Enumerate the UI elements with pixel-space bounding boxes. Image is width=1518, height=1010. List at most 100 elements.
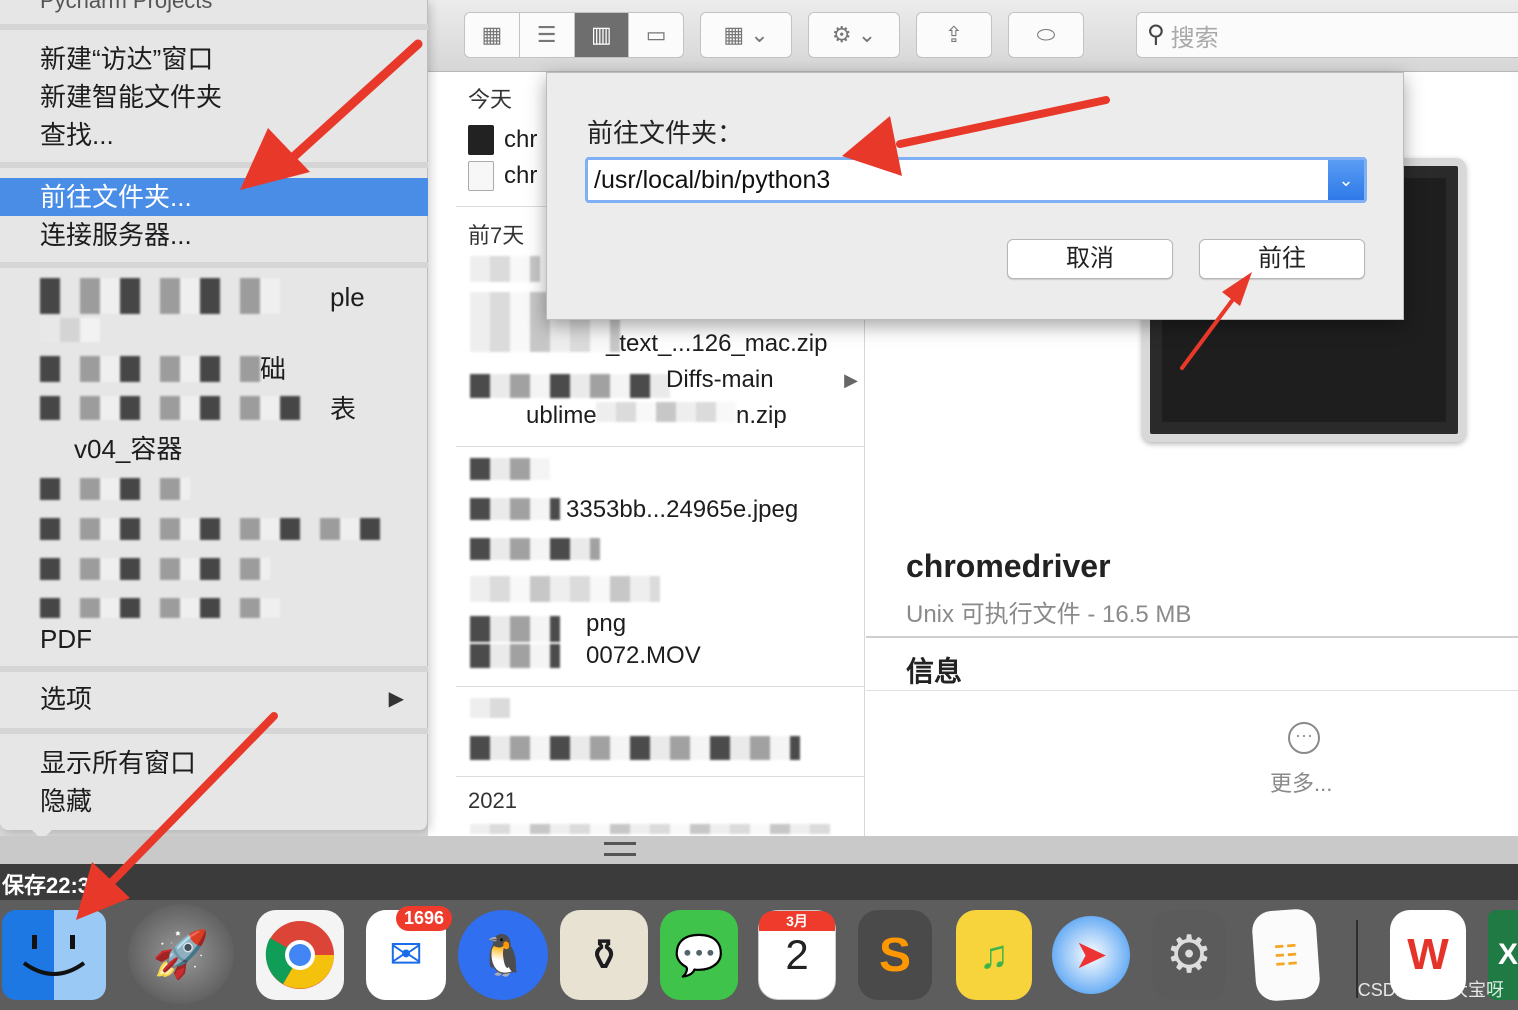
menu-item-cut[interactable]: Pycharm Projects (40, 0, 212, 14)
search-placeholder: 搜索 (1170, 24, 1219, 52)
group-icon: ▦ ⌄ (723, 22, 769, 47)
divider (456, 776, 865, 777)
file-name: 0072.MOV (586, 642, 701, 669)
resize-handle-icon[interactable] (604, 842, 636, 856)
terminal-file-icon (468, 125, 494, 155)
disclosure-arrow-icon: ▶ (844, 370, 858, 390)
blurred-content (40, 558, 270, 580)
chrome-icon[interactable] (256, 910, 344, 1000)
blurred-content (470, 498, 560, 520)
file-name: chr (504, 162, 538, 189)
view-mode-group: ▦ ☰ ▥ ▭ (464, 12, 684, 58)
menu-separator (0, 162, 428, 168)
menu-separator (0, 262, 428, 268)
list-item[interactable]: n.zip (736, 398, 787, 434)
wechat-icon[interactable]: 💬 (660, 910, 738, 1000)
blurred-content (470, 736, 800, 760)
go-to-folder-dialog: 前往文件夹： ⌄ 取消 前往 (546, 72, 1404, 320)
dock: 🚀 ✉ 1696 🐧 ⚱ 💬 3月 2 S ♫ ➤ ⚙ ☷ W X CSDN @… (0, 900, 1518, 1010)
menu-item-recent[interactable]: 础 (220, 350, 320, 388)
column-view-button[interactable]: ▥ (574, 13, 630, 57)
zip-file-icon (468, 161, 494, 191)
mail-app-icon[interactable]: ✉ 1696 (366, 906, 452, 1000)
path-dropdown-button[interactable]: ⌄ (1328, 160, 1364, 200)
blurred-content (470, 698, 510, 718)
path-combobox: ⌄ (585, 157, 1367, 203)
qq-music-icon[interactable]: ♫ (956, 910, 1032, 1000)
submenu-arrow-icon: ▶ (388, 688, 404, 710)
list-item[interactable]: 0072.MOV (586, 638, 701, 674)
menu-item-recent[interactable]: 表 (290, 390, 400, 428)
menu-item-show-all-windows[interactable]: 显示所有窗口 (0, 744, 428, 782)
section-year: 2021 (468, 788, 517, 813)
icon-view-icon: ▦ (481, 22, 503, 47)
bird-app-icon[interactable]: 🐧 (458, 910, 548, 1000)
section-today: 今天 (468, 87, 513, 112)
menu-item-connect-server[interactable]: 连接服务器... (0, 216, 428, 254)
blurred-content (40, 478, 190, 500)
gallery-view-button[interactable]: ▭ (629, 13, 683, 57)
section-prev7: 前7天 (468, 223, 525, 248)
finder-icon[interactable] (2, 910, 106, 1000)
search-field[interactable]: ⚲ 搜索 (1136, 12, 1518, 58)
blurred-content (40, 278, 280, 314)
list-item[interactable]: _text_...126_mac.zip (606, 326, 827, 362)
safari-icon[interactable]: ➤ (1052, 916, 1130, 994)
file-name: _text_...126_mac.zip (606, 330, 828, 357)
menu-item-new-smart-folder[interactable]: 新建智能文件夹 (0, 78, 428, 116)
search-icon: ⚲ (1147, 21, 1165, 48)
list-item[interactable]: chr (468, 122, 537, 158)
file-name: ublime (526, 402, 597, 429)
cancel-button[interactable]: 取消 (1007, 239, 1173, 279)
divider (866, 636, 1518, 638)
sublime-text-icon[interactable]: S (858, 910, 932, 1000)
blurred-content (40, 318, 100, 342)
calendar-month: 3月 (759, 911, 835, 931)
list-view-button[interactable]: ☰ (520, 13, 575, 57)
blurred-content (596, 402, 736, 422)
menu-item-pdf[interactable]: PDF (0, 620, 428, 658)
list-item[interactable]: Diffs-main (666, 362, 774, 398)
menu-item-options[interactable]: 选项 ▶ (0, 680, 428, 718)
menu-item-recent[interactable]: ple (290, 278, 410, 316)
blurred-content (470, 824, 830, 834)
blurred-content (470, 644, 560, 668)
menu-item-hide[interactable]: 隐藏 (0, 782, 428, 820)
file-name: Diffs-main (666, 366, 774, 393)
list-item[interactable]: 3353bb...24965e.jpeg (566, 492, 798, 528)
chevron-down-icon: ⌄ (1338, 169, 1354, 190)
go-button[interactable]: 前往 (1199, 239, 1365, 279)
system-preferences-icon[interactable]: ⚙ (1152, 910, 1226, 1000)
menu-item-label: 选项 (40, 684, 93, 714)
divider (866, 690, 1518, 691)
path-input[interactable] (588, 160, 1328, 200)
reminders-icon[interactable]: ☷ (1250, 907, 1322, 1003)
unread-badge: 1696 (395, 906, 452, 931)
group-button[interactable]: ▦ ⌄ (700, 12, 792, 58)
tag-icon: ⬭ (1036, 22, 1056, 47)
menu-separator (0, 666, 428, 672)
menu-item-go-to-folder[interactable]: 前往文件夹... (0, 178, 428, 216)
blurred-content (470, 256, 540, 282)
action-button[interactable]: ⚙ ⌄ (808, 12, 900, 58)
list-item[interactable]: chr (468, 158, 537, 194)
menu-item-recent[interactable]: v04_容器 (0, 430, 428, 468)
status-bar: 保存22:3 (0, 864, 1518, 900)
more-link[interactable]: 更多... (1270, 766, 1332, 798)
finder-toolbar: ▦ ☰ ▥ ▭ ▦ ⌄ ⚙ ⌄ ⇪ ⬭ ⚲ 搜索 (428, 0, 1518, 72)
menu-item-new-finder-window[interactable]: 新建“访达”窗口 (0, 40, 428, 78)
more-icon[interactable]: ··· (1288, 722, 1320, 754)
save-status-text: 保存22:3 (2, 873, 91, 898)
menu-item-find[interactable]: 查找... (0, 116, 428, 154)
jug-app-icon[interactable]: ⚱ (560, 910, 648, 1000)
calendar-icon[interactable]: 3月 2 (758, 910, 836, 1000)
list-item[interactable]: png (586, 606, 626, 642)
icon-view-button[interactable]: ▦ (465, 13, 520, 57)
blurred-content (470, 374, 670, 398)
blurred-content (470, 616, 560, 642)
list-item[interactable]: ublime (526, 398, 597, 434)
share-button[interactable]: ⇪ (916, 12, 992, 58)
column-view-icon: ▥ (590, 22, 612, 47)
tag-button[interactable]: ⬭ (1008, 12, 1084, 58)
launchpad-icon[interactable]: 🚀 (128, 904, 234, 1004)
